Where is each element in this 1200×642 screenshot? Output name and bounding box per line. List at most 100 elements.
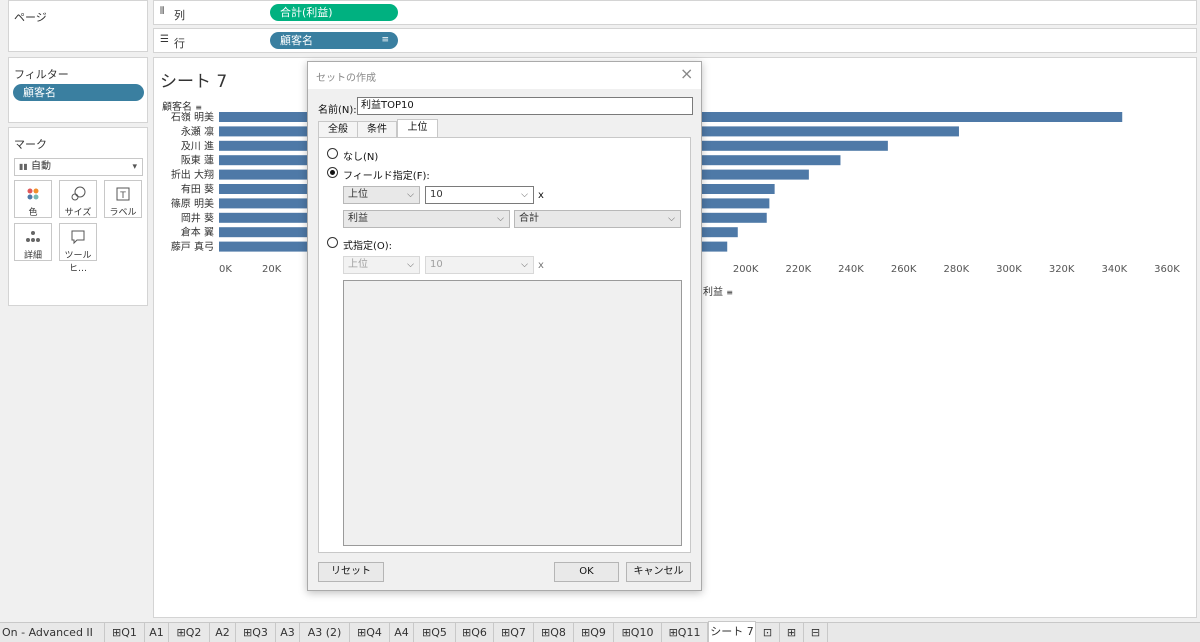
radio-by-formula[interactable] <box>327 237 338 248</box>
field-direction-value: 上位 <box>348 189 368 200</box>
sheet-tab-q6[interactable]: ⊞Q6 <box>456 623 494 642</box>
formula-direction-select[interactable]: 上位 ⌵ <box>343 256 420 274</box>
row-header-label: 顧客名 <box>162 102 192 113</box>
sheet-tab-q7[interactable]: ⊞Q7 <box>494 623 534 642</box>
tab-top[interactable]: 上位 <box>397 119 438 138</box>
tab-general-label: 全般 <box>328 124 348 135</box>
cancel-button[interactable]: キャンセル <box>626 562 691 582</box>
sheet-tab-on-advanced[interactable]: On - Advanced II <box>0 623 105 642</box>
sheet-tab-q4[interactable]: ⊞Q4 <box>350 623 390 642</box>
sheet-tab-q5[interactable]: ⊞Q5 <box>414 623 456 642</box>
new-dashboard-icon: ⊞ <box>786 626 797 639</box>
worksheet-icon: ⊞ <box>357 626 367 639</box>
sheet-tab-q8[interactable]: ⊞Q8 <box>534 623 574 642</box>
sheet-tab-a3[interactable]: A3 <box>276 623 300 642</box>
sheet-tab-label: Q2 <box>185 626 202 639</box>
formula-editor[interactable] <box>343 280 682 546</box>
columns-icon: ⫴ <box>160 6 165 17</box>
filter-pill-customer[interactable]: 顧客名 <box>13 84 144 101</box>
chevron-down-icon: ⌵ <box>407 260 414 270</box>
field-count-combo[interactable]: 10 ⌵ <box>425 186 534 204</box>
sheet-tab-q3[interactable]: ⊞Q3 <box>236 623 276 642</box>
worksheet-icon: ⊞ <box>501 626 511 639</box>
dialog-title: セットの作成 <box>316 73 376 84</box>
tab-general[interactable]: 全般 <box>318 121 358 137</box>
sheet-tab-q1[interactable]: ⊞Q1 <box>105 623 145 642</box>
new-story-icon: ⊟ <box>810 626 821 639</box>
ok-button[interactable]: OK <box>554 562 619 582</box>
sheet-tab-label: Q3 <box>252 626 268 639</box>
rows-shelf[interactable]: ☰ 行 顧客名 ≡ <box>153 28 1197 53</box>
marks-detail-button[interactable]: 詳細 <box>14 223 52 261</box>
cancel-button-label: キャンセル <box>633 566 684 577</box>
columns-pill-sum-profit[interactable]: 合計(利益) <box>270 4 398 21</box>
sheet-tab-a4[interactable]: A4 <box>390 623 414 642</box>
marks-color-label: 色 <box>28 208 38 218</box>
worksheet-icon: ⊞ <box>581 626 591 639</box>
radio-by-field[interactable] <box>327 167 338 178</box>
sheet-tab-label: Q7 <box>510 626 526 639</box>
sheet-tab-a2[interactable]: A2 <box>210 623 236 642</box>
marks-label-button[interactable]: T ラベル <box>104 180 142 218</box>
formula-by-label: x <box>538 260 544 271</box>
sheet-tab-q2[interactable]: ⊞Q2 <box>169 623 210 642</box>
pages-shelf[interactable]: ページ <box>8 0 148 52</box>
rows-pill-customer[interactable]: 顧客名 ≡ <box>270 32 398 49</box>
close-icon[interactable]: × <box>680 64 693 83</box>
new-dashboard-button[interactable]: ⊞ <box>780 623 804 642</box>
radio-none[interactable] <box>327 148 338 159</box>
chevron-down-icon: ▾ <box>132 162 137 172</box>
mark-type-dropdown[interactable]: ▮▮ 自動 ▾ <box>14 158 143 176</box>
sheet-tab-q10[interactable]: ⊞Q10 <box>614 623 662 642</box>
new-worksheet-button[interactable]: ⊡ <box>756 623 780 642</box>
chevron-down-icon: ⌵ <box>668 214 675 224</box>
marks-size-button[interactable]: サイズ <box>59 180 97 218</box>
field-name-select[interactable]: 利益 ⌵ <box>343 210 510 228</box>
sort-descending-icon: ≡ <box>195 103 202 112</box>
tab-condition-label: 条件 <box>367 124 387 135</box>
field-count-value: 10 <box>430 189 443 200</box>
tab-condition[interactable]: 条件 <box>357 121 397 137</box>
sheet-tab-label: Q10 <box>630 626 654 639</box>
name-label: 名前(N): <box>318 105 357 116</box>
field-direction-select[interactable]: 上位 ⌵ <box>343 186 420 204</box>
formula-direction-value: 上位 <box>348 259 368 270</box>
worksheet-icon: ⊞ <box>462 626 472 639</box>
size-icon <box>71 186 86 201</box>
mark-type-value: 自動 <box>31 161 51 172</box>
sheet-tab-q9[interactable]: ⊞Q9 <box>574 623 614 642</box>
filter-pill-label: 顧客名 <box>23 86 56 99</box>
new-story-button[interactable]: ⊟ <box>804 623 828 642</box>
sheet-tab-label: Q6 <box>471 626 487 639</box>
sheet-tab-q11[interactable]: ⊞Q11 <box>662 623 708 642</box>
sheet-tab-label: Q1 <box>121 626 137 639</box>
sheet-tab-label: Q9 <box>590 626 606 639</box>
tooltip-icon <box>71 230 85 245</box>
name-input[interactable]: 利益TOP10 <box>357 97 693 115</box>
sheet-tab-a1[interactable]: A1 <box>145 623 169 642</box>
chevron-down-icon: ⌵ <box>407 190 414 200</box>
worksheet-icon: ⊞ <box>668 626 678 639</box>
marks-tooltip-button[interactable]: ツールヒ… <box>59 223 97 274</box>
marks-color-button[interactable]: 色 <box>14 180 52 218</box>
axis-title-label: 利益 <box>703 287 723 298</box>
sheet-tab-label: シート 7 <box>710 625 754 638</box>
formula-count-combo[interactable]: 10 ⌵ <box>425 256 534 274</box>
filters-shelf[interactable]: フィルター 顧客名 <box>8 57 148 123</box>
reset-button[interactable]: リセット <box>318 562 384 582</box>
ok-button-label: OK <box>579 566 594 577</box>
chevron-down-icon: ⌵ <box>497 214 504 224</box>
columns-shelf[interactable]: ⫴ 列 合計(利益) <box>153 0 1197 25</box>
sheet-tab-label: A3 <box>280 626 295 639</box>
worksheet-icon: ⊞ <box>243 626 253 639</box>
field-aggregation-select[interactable]: 合計 ⌵ <box>514 210 681 228</box>
sheet-tab-sheet7[interactable]: シート 7 <box>708 621 756 642</box>
field-by-label: x <box>538 190 544 201</box>
svg-text:T: T <box>119 191 126 201</box>
pages-title: ページ <box>14 11 47 24</box>
rows-icon: ☰ <box>160 34 169 45</box>
radio-by-field-label: フィールド指定(F): <box>343 171 430 182</box>
name-input-value: 利益TOP10 <box>361 100 414 111</box>
sheet-tab-a3-2[interactable]: A3 (2) <box>300 623 350 642</box>
sheet-title: シート 7 <box>160 72 228 92</box>
